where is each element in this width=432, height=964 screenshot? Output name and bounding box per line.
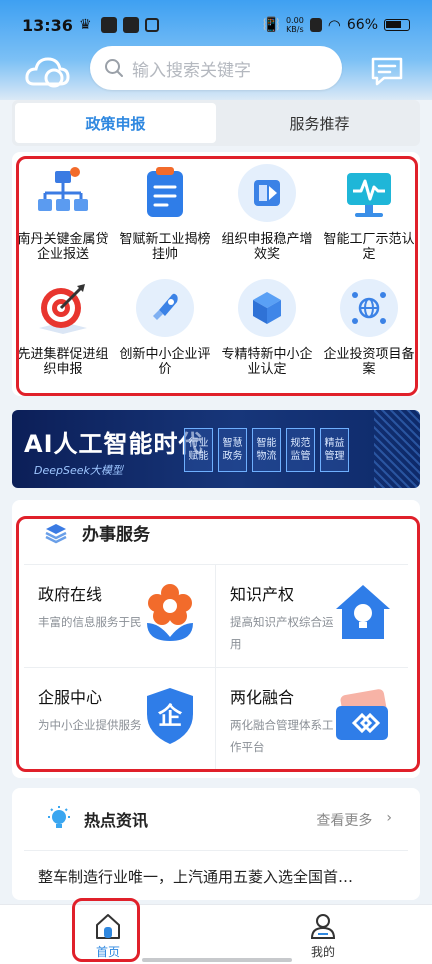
top-bar: 输入搜索关键字 xyxy=(0,44,432,96)
search-icon xyxy=(105,59,123,77)
banner-tag: 智慧政务 xyxy=(218,428,247,472)
service-gov-online[interactable]: 政府在线 丰富的信息服务于民 xyxy=(24,564,216,667)
service-two-integration[interactable]: 两化融合 两化融合管理体系工作平台 xyxy=(216,667,408,770)
grid-item-nandan-metal-loan[interactable]: 南丹关键金属贷企业报送 xyxy=(12,162,114,277)
grid-item-investment-filing[interactable]: 企业投资项目备案 xyxy=(318,277,420,392)
video-notification-icon xyxy=(122,17,139,33)
news-more-label: 查看更多 xyxy=(316,813,373,829)
app-logo-icon[interactable] xyxy=(24,54,70,90)
sim-icon xyxy=(309,18,322,32)
banner-tag: 规范监管 xyxy=(286,428,315,472)
user-icon xyxy=(310,914,336,939)
lightbulb-icon xyxy=(48,806,70,828)
bottom-nav: 首页 我的 xyxy=(0,904,432,964)
target-icon xyxy=(32,277,94,339)
services-header: 办事服务 xyxy=(44,520,150,545)
house-bulb-icon xyxy=(336,585,390,639)
layers-icon xyxy=(45,523,67,543)
monitor-pulse-icon xyxy=(338,162,400,224)
banner-tag: 行业赋能 xyxy=(184,428,213,472)
service-enterprise-center[interactable]: 企服中心 为中小企业提供服务 企 xyxy=(24,667,216,770)
banner-tag: 智能物流 xyxy=(252,428,281,472)
banner-subtitle: DeepSeek大模型 xyxy=(34,464,123,477)
svg-text:企: 企 xyxy=(158,702,183,730)
banner-title: AI人工智能时代 xyxy=(24,430,204,458)
search-input[interactable]: 输入搜索关键字 xyxy=(90,46,342,90)
service-desc: 为中小企业提供服务 xyxy=(38,718,142,732)
service-desc: 丰富的信息服务于民 xyxy=(38,615,142,629)
services-title: 办事服务 xyxy=(82,525,150,545)
banner-tag: 精益管理 xyxy=(320,428,349,472)
policy-grid-card: 南丹关键金属贷企业报送 智赋新工业揭榜挂帅 组织申报稳产增效奖 智能工厂示范认定… xyxy=(12,152,420,396)
nav-mine[interactable]: 我的 xyxy=(293,911,353,960)
service-intellectual-property[interactable]: 知识产权 提高知识产权综合运用 xyxy=(216,564,408,667)
net-speed-unit: KB/s xyxy=(286,25,304,34)
policy-grid: 南丹关键金属贷企业报送 智赋新工业揭榜挂帅 组织申报稳产增效奖 智能工厂示范认定… xyxy=(12,152,420,392)
crown-notification-icon: ♛ xyxy=(78,17,92,33)
banner-pattern xyxy=(374,410,420,488)
battery-icon xyxy=(384,19,410,31)
grid-item-label: 智赋新工业揭榜挂帅 xyxy=(119,232,211,262)
flower-icon xyxy=(147,584,193,641)
grid-item-sme-evaluation[interactable]: 创新中小企业评价 xyxy=(114,277,216,392)
grid-item-industry-challenge[interactable]: 智赋新工业揭榜挂帅 xyxy=(114,162,216,277)
vibrate-icon: 📳 xyxy=(262,17,280,33)
grid-item-specialized-sme[interactable]: 专精特新中小企业认定 xyxy=(216,277,318,392)
grid-item-label: 南丹关键金属贷企业报送 xyxy=(17,232,109,262)
app-notification-icon xyxy=(100,17,117,33)
services-grid: 政府在线 丰富的信息服务于民 知识产权 提高知识产权综合运用 企服中心 为中小企… xyxy=(24,564,408,770)
service-desc: 两化融合管理体系工作平台 xyxy=(230,718,334,754)
status-time: 13:36 xyxy=(22,15,73,35)
tab-service-recommend[interactable]: 服务推荐 xyxy=(219,100,420,146)
grid-item-label: 先进集群促进组织申报 xyxy=(17,347,109,377)
bag-notification-icon xyxy=(144,18,159,32)
rocket-icon xyxy=(134,277,196,339)
service-desc: 提高知识产权综合运用 xyxy=(230,615,334,651)
status-right: 📳 0.00 KB/s ◠ 66% xyxy=(263,16,410,34)
chevron-right-icon: › xyxy=(386,810,392,826)
divider xyxy=(24,850,408,851)
wifi-icon: ◠ xyxy=(327,16,341,34)
ai-era-banner[interactable]: AI人工智能时代 DeepSeek大模型 行业赋能 智慧政务 智能物流 规范监管… xyxy=(12,410,420,488)
nav-home-label: 首页 xyxy=(95,945,120,959)
tab-bar: 政策申报 服务推荐 xyxy=(12,100,420,146)
gesture-home-bar[interactable] xyxy=(142,958,292,962)
grid-item-label: 组织申报稳产增效奖 xyxy=(221,232,313,262)
globe-network-icon xyxy=(338,277,400,339)
grid-item-stable-production-award[interactable]: 组织申报稳产增效奖 xyxy=(216,162,318,277)
org-chart-icon xyxy=(32,162,94,224)
news-header: 热点资讯 xyxy=(46,806,148,832)
banner-tags: 行业赋能 智慧政务 智能物流 规范监管 精益管理 xyxy=(184,428,349,472)
grid-item-cluster-promotion[interactable]: 先进集群促进组织申报 xyxy=(12,277,114,392)
status-bar: 13:36 ♛ 📳 0.00 KB/s ◠ 66% xyxy=(0,0,432,50)
news-more-link[interactable]: 查看更多 › xyxy=(316,810,392,830)
media-panel-icon xyxy=(236,162,298,224)
search-placeholder: 输入搜索关键字 xyxy=(132,60,251,81)
tab-policy-application[interactable]: 政策申报 xyxy=(15,103,216,143)
cube-icon xyxy=(236,277,298,339)
net-speed-value: 0.00 xyxy=(285,16,304,25)
message-icon[interactable] xyxy=(370,56,404,86)
grid-item-label: 企业投资项目备案 xyxy=(323,347,415,377)
news-card: 热点资讯 查看更多 › 整车制造行业唯一，上汽通用五菱入选全国首… xyxy=(12,788,420,900)
home-icon xyxy=(96,914,120,939)
status-left: 13:36 ♛ xyxy=(22,16,159,35)
nav-mine-label: 我的 xyxy=(310,945,335,959)
news-title: 热点资讯 xyxy=(84,811,149,830)
shield-qi-icon: 企 xyxy=(147,688,193,744)
news-headline[interactable]: 整车制造行业唯一，上汽通用五菱入选全国首… xyxy=(38,866,398,887)
grid-item-label: 专精特新中小企业认定 xyxy=(221,347,313,377)
grid-item-label: 创新中小企业评价 xyxy=(119,347,211,377)
net-speed: 0.00 KB/s xyxy=(286,16,304,34)
services-card: 办事服务 政府在线 丰富的信息服务于民 知识产权 提高知识产权综合运用 企服中心… xyxy=(12,500,420,778)
grid-item-label: 智能工厂示范认定 xyxy=(323,232,415,262)
grid-item-smart-factory[interactable]: 智能工厂示范认定 xyxy=(318,162,420,277)
battery-percent: 66% xyxy=(346,17,378,33)
clipboard-list-icon xyxy=(134,162,196,224)
card-diamond-icon xyxy=(336,689,388,740)
nav-home[interactable]: 首页 xyxy=(78,911,138,960)
